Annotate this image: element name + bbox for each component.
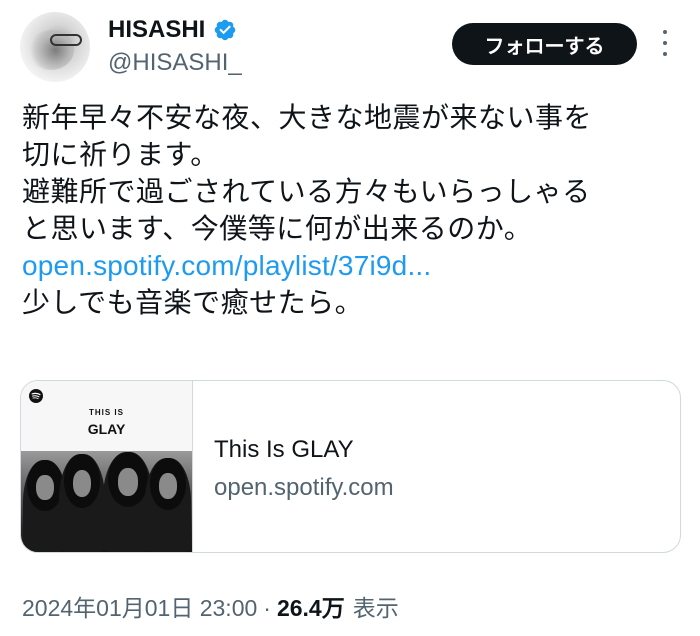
member-face: [118, 468, 138, 496]
card-title[interactable]: This Is GLAY: [214, 436, 354, 464]
avatar[interactable]: [20, 12, 90, 82]
tweet-line: 少しでも音楽で癒せたら。: [22, 286, 364, 319]
more-dot: [663, 52, 667, 56]
author-display-name[interactable]: HISASHI: [108, 16, 205, 44]
author-name-row: HISASHI: [108, 16, 237, 44]
tweet-line: 避難所で過ごされている方々もいらっしゃる: [22, 175, 591, 208]
meta-separator: ·: [263, 595, 271, 621]
thumbnail-caption: THIS IS: [88, 408, 124, 417]
timestamp[interactable]: 2024年01月01日 23:00: [22, 589, 257, 623]
more-vertical-icon[interactable]: [658, 30, 672, 56]
card-body: This Is GLAY open.spotify.com: [193, 381, 680, 552]
card-domain: open.spotify.com: [214, 474, 394, 501]
more-dot: [663, 30, 667, 34]
link-preview-card[interactable]: THIS IS GLAY This Is GLAY open.spotify.c…: [20, 380, 681, 553]
member-face: [36, 474, 54, 501]
tweet-line: 新年早々不安な夜、大きな地震が来ない事を: [22, 101, 593, 134]
member-face: [72, 469, 92, 498]
avatar-glasses: [50, 34, 82, 46]
follow-button[interactable]: フォローする: [452, 23, 637, 65]
band-photo: [21, 451, 192, 552]
verified-badge-icon: [215, 19, 236, 41]
author-handle[interactable]: @HISASHI_: [108, 49, 242, 77]
tweet-meta: 2024年01月01日 23:00 · 26.4万 表示: [22, 589, 399, 623]
more-dot: [663, 41, 667, 45]
tweet-line: 切に祈ります。: [22, 138, 219, 171]
spotify-link[interactable]: open.spotify.com/playlist/37i9d...: [22, 247, 692, 284]
thumbnail-title: GLAY: [87, 421, 126, 437]
views-label: 表示: [352, 595, 399, 621]
member-face: [158, 473, 178, 500]
band-member: [59, 454, 105, 552]
spotify-icon: [29, 389, 43, 403]
band-member: [145, 458, 191, 552]
views-count: 26.4万: [276, 595, 345, 621]
tweet-line: と思います、今僕等に何が出来るのか。: [22, 212, 533, 245]
card-thumbnail: THIS IS GLAY: [21, 381, 193, 552]
tweet-text: 新年早々不安な夜、大きな地震が来ない事を 切に祈ります。 避難所で過ごされている…: [22, 99, 692, 321]
